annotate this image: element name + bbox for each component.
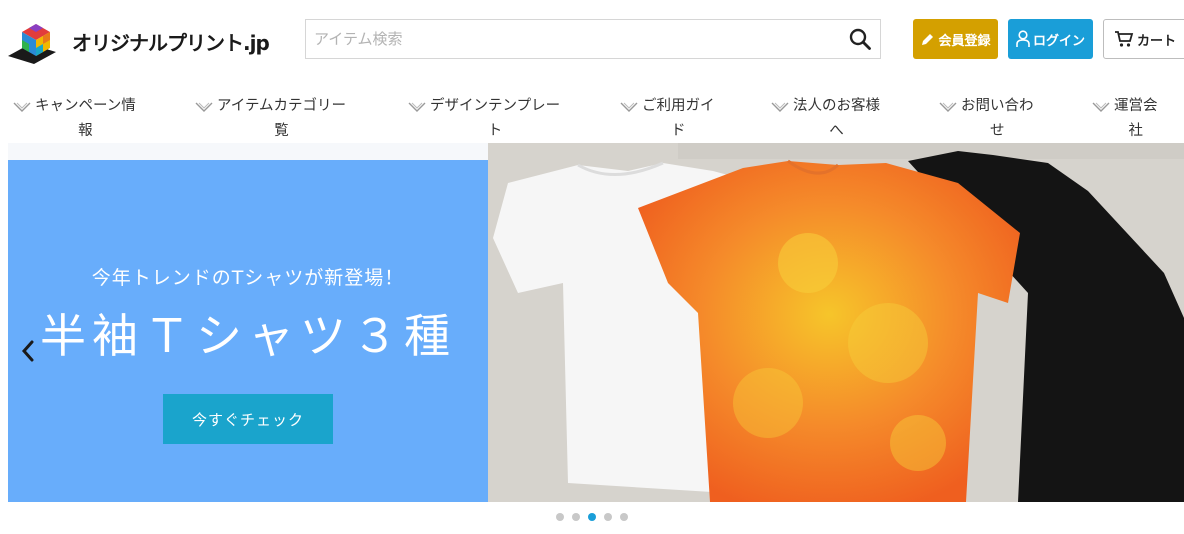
search-icon [849, 28, 871, 50]
cart-icon [1115, 31, 1134, 47]
logo-text: オリジナルプリント.jp [72, 30, 270, 55]
nav-label: ご利用ガイド [642, 98, 715, 139]
pencil-icon [922, 33, 934, 45]
user-icon [1016, 30, 1030, 47]
chevron-down-icon [408, 102, 426, 112]
nav-label: アイテムカテゴリー覧 [217, 98, 347, 139]
search-bar [305, 19, 881, 59]
nav-item-contact[interactable]: お問い合わせ [939, 94, 1034, 144]
banner-subtitle: 今年トレンドのTシャツが新登場！ [91, 267, 405, 289]
chevron-down-icon [195, 102, 213, 112]
tshirts-photo [488, 143, 1184, 502]
carousel-dots [0, 513, 1184, 521]
chevron-down-icon [771, 102, 789, 112]
carousel-dot[interactable] [620, 513, 628, 521]
search-input[interactable] [306, 20, 840, 58]
nav-label: デザインテンプレート [430, 98, 561, 139]
carousel-dot-active[interactable] [588, 513, 596, 521]
nav-label: キャンペーン情報 [35, 98, 136, 139]
chevron-down-icon [13, 102, 31, 112]
nav-item-campaign[interactable]: キャンペーン情報 [13, 94, 136, 144]
nav-item-design-template[interactable]: デザインテンプレート [408, 94, 560, 144]
nav-label: 法人のお客様へ [793, 98, 880, 139]
register-label: 会員登録 [938, 33, 991, 49]
nav-item-usage-guide[interactable]: ご利用ガイド [620, 94, 715, 144]
carousel-dot[interactable] [572, 513, 580, 521]
nav-item-corporate[interactable]: 法人のお客様へ [771, 94, 880, 144]
search-button[interactable] [840, 20, 880, 58]
nav-item-item-category[interactable]: アイテムカテゴリー覧 [195, 94, 346, 144]
banner-title: 半袖Ｔシャツ３種 [40, 309, 456, 363]
banner-text-panel: 今年トレンドのTシャツが新登場！ 半袖Ｔシャツ３種 今すぐチェック [8, 160, 488, 502]
site-logo[interactable]: オリジナルプリント.jp [8, 18, 280, 64]
hero-carousel: 今年トレンドのTシャツが新登場！ 半袖Ｔシャツ３種 今すぐチェック [8, 143, 1184, 502]
carousel-dot[interactable] [604, 513, 612, 521]
nav-item-company[interactable]: 運営会社 [1092, 94, 1158, 144]
carousel-dot[interactable] [556, 513, 564, 521]
login-label: ログイン [1032, 33, 1085, 49]
logo-cube-icon [8, 24, 56, 64]
chevron-down-icon [939, 102, 957, 112]
login-button[interactable]: ログイン [1008, 19, 1093, 59]
chevron-down-icon [620, 102, 638, 112]
cart-label: カート [1137, 33, 1177, 49]
register-button[interactable]: 会員登録 [913, 19, 998, 59]
chevron-left-icon[interactable] [18, 336, 38, 366]
check-now-button[interactable]: 今すぐチェック [163, 394, 333, 444]
cart-button[interactable]: カート [1103, 19, 1184, 59]
nav-label: お問い合わせ [961, 98, 1034, 139]
nav-label: 運営会社 [1114, 98, 1158, 139]
chevron-down-icon [1092, 102, 1110, 112]
